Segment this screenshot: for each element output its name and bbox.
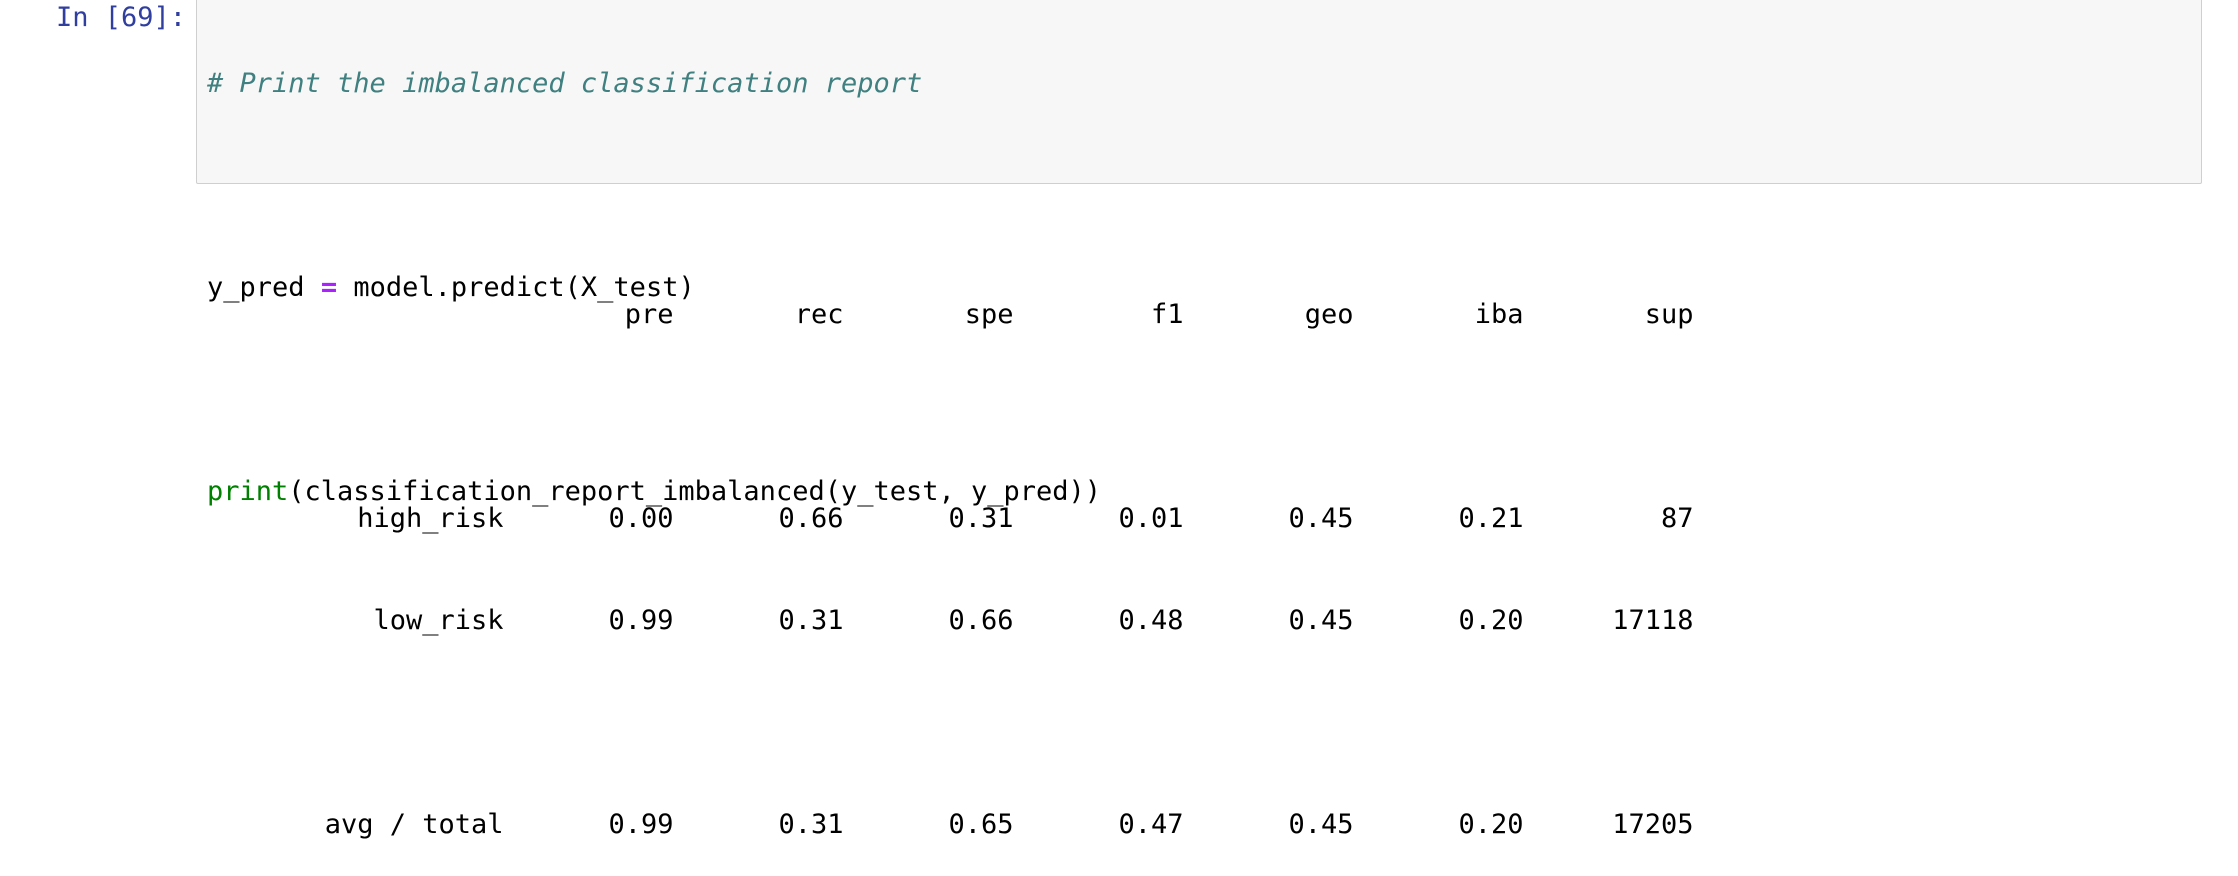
cell-iba: 0.21: [1458, 503, 1524, 534]
cell-output: pre rec spe f1 geo iba sup high_risk 0.00 0.66 0.…: [208, 196, 1694, 876]
header-rec: rec: [794, 299, 844, 330]
report-row-high-risk: high_risk 0.00 0.66 0.31 0.01 0.45 0.21 87: [208, 468, 1693, 534]
cell-geo: 0.45: [1288, 809, 1354, 840]
report-row-low-risk: low_risk 0.99 0.31 0.66 0.48 0.45 0.20 17118: [208, 570, 1694, 636]
header-spe: spe: [964, 299, 1014, 330]
cell-iba: 0.20: [1458, 809, 1524, 840]
header-iba: iba: [1474, 299, 1524, 330]
cell-f1: 0.47: [1118, 809, 1184, 840]
header-pre: pre: [624, 299, 674, 330]
notebook-code-cell: In [69]: # Print the imbalanced classifi…: [0, 0, 2238, 840]
cell-geo: 0.45: [1288, 605, 1354, 636]
header-geo: geo: [1304, 299, 1354, 330]
cell-spe: 0.65: [948, 809, 1014, 840]
cell-f1: 0.01: [1118, 503, 1184, 534]
code-input-area[interactable]: # Print the imbalanced classification re…: [196, 0, 2202, 507]
cell-sup: 17118: [1612, 605, 1694, 636]
code-line-comment: # Print the imbalanced classification re…: [207, 67, 1101, 101]
cell-rec: 0.66: [778, 503, 844, 534]
cell-iba: 0.20: [1458, 605, 1524, 636]
header-sup: sup: [1644, 299, 1694, 330]
cell-rec: 0.31: [778, 605, 844, 636]
cell-pre: 0.99: [608, 809, 674, 840]
cell-spe: 0.66: [948, 605, 1014, 636]
report-blank-row: [208, 672, 1694, 706]
cell-spe: 0.31: [948, 503, 1014, 534]
header-f1: f1: [1151, 299, 1184, 330]
report-header-row: pre rec spe f1 geo iba sup: [208, 264, 1694, 330]
cell-sup: 17205: [1612, 809, 1694, 840]
cell-sup: 87: [1661, 503, 1694, 534]
input-prompt: In [69]:: [55, 2, 186, 33]
cell-geo: 0.45: [1288, 503, 1354, 534]
report-row-total: avg / total 0.99 0.31 0.65 0.47 0.45 0.20 17205: [208, 774, 1694, 840]
code-comment: # Print the imbalanced classification re…: [207, 68, 923, 99]
row-label: high_risk: [357, 503, 504, 534]
row-label: low_risk: [373, 605, 504, 636]
cell-pre: 0.00: [608, 503, 674, 534]
cell-f1: 0.48: [1118, 605, 1184, 636]
row-label: avg / total: [324, 809, 504, 840]
cell-pre: 0.99: [608, 605, 674, 636]
cell-rec: 0.31: [778, 809, 844, 840]
report-blank-row: [208, 366, 1694, 400]
